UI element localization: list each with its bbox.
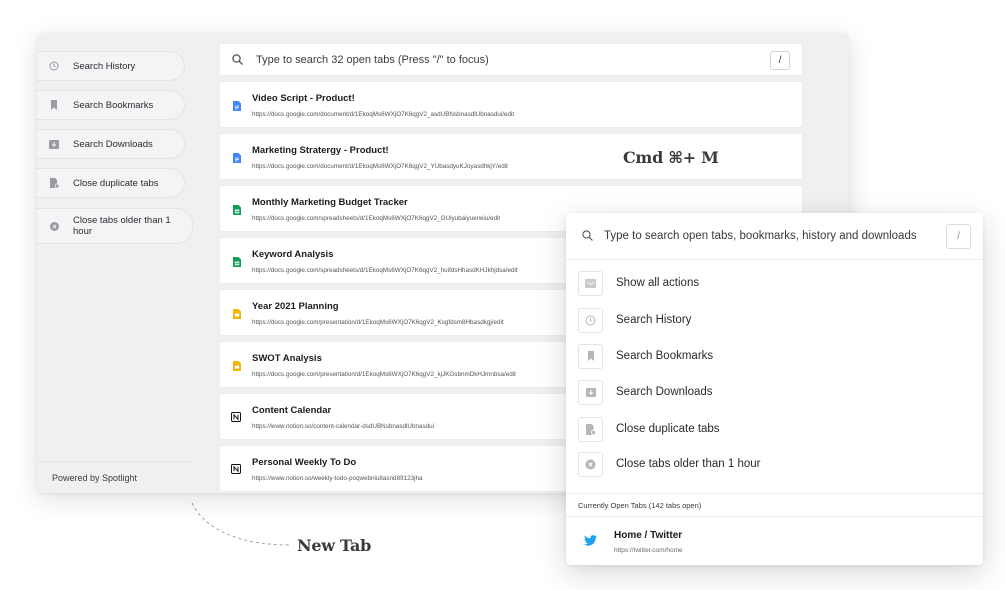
tab-url: https://docs.google.com/spreadsheets/d/1… <box>252 267 518 274</box>
tab-title: Keyword Analysis <box>252 249 334 260</box>
clock-icon <box>578 307 603 333</box>
close-circle-icon <box>578 451 603 477</box>
sidebar-item-label: Search Downloads <box>73 138 153 150</box>
sidebar-item-search-history[interactable]: Search History <box>37 51 185 81</box>
clock-icon <box>49 61 59 71</box>
shortcut-annotation: Cmd ⌘+ M <box>623 148 719 167</box>
action-search-bookmarks[interactable]: Search Bookmarks <box>578 343 973 369</box>
bookmark-icon <box>578 343 603 369</box>
action-label: Close tabs older than 1 hour <box>616 458 761 470</box>
search-icon <box>582 230 594 242</box>
tab-url: https://docs.google.com/presentation/d/1… <box>252 319 504 326</box>
new-tab-annotation: New Tab <box>297 536 371 555</box>
sidebar-item-search-bookmarks[interactable]: Search Bookmarks <box>37 90 185 120</box>
google-slides-icon <box>232 360 241 371</box>
focus-shortcut-key: / <box>770 51 790 70</box>
tab-url: https://docs.google.com/document/d/1Ekoq… <box>252 111 515 118</box>
focus-shortcut-key: / <box>946 224 971 249</box>
notion-icon <box>231 412 241 422</box>
download-icon <box>49 139 59 149</box>
tab-url: https://www.notion.so/content-calendar-d… <box>252 423 435 430</box>
tab-url: https://docs.google.com/spreadsheets/d/1… <box>252 215 501 222</box>
duplicate-file-icon <box>49 178 59 188</box>
tab-title: Year 2021 Planning <box>252 301 339 312</box>
tab-title: Marketing Stratergy - Product! <box>252 145 389 156</box>
powered-by-footer: Powered by Spotlight <box>37 461 193 493</box>
open-tab-row[interactable]: Home / Twitter https://twitter.com/home <box>566 518 983 565</box>
close-circle-icon <box>49 221 59 231</box>
action-label: Close duplicate tabs <box>616 423 720 435</box>
open-tabs-header: Currently Open Tabs (142 tabs open) <box>566 493 983 517</box>
open-tab-url: https://twitter.com/home <box>614 547 683 554</box>
google-docs-icon <box>232 100 241 111</box>
tab-search-bar[interactable]: Type to search 32 open tabs (Press "/" t… <box>219 43 803 76</box>
tab-title: SWOT Analysis <box>252 353 322 364</box>
tab-url: https://www.notion.so/weekly-todo-poqweb… <box>252 475 423 482</box>
action-search-downloads[interactable]: Search Downloads <box>578 379 973 405</box>
search-icon <box>232 53 244 66</box>
download-icon <box>578 379 603 405</box>
tab-url: https://docs.google.com/presentation/d/1… <box>252 371 516 378</box>
search-input[interactable]: Type to search 32 open tabs (Press "/" t… <box>256 54 489 66</box>
notion-icon <box>231 464 241 474</box>
action-label: Search Downloads <box>616 386 713 398</box>
action-show-all[interactable]: Show all actions <box>578 270 973 296</box>
google-sheets-icon <box>232 256 241 267</box>
action-close-duplicate-tabs[interactable]: Close duplicate tabs <box>578 416 973 442</box>
sidebar-item-close-old-tabs[interactable]: Close tabs older than 1 hour <box>37 208 193 244</box>
sidebar-item-label: Search History <box>73 60 136 72</box>
tab-row[interactable]: Video Script - Product! https://docs.goo… <box>219 81 803 128</box>
tab-title: Monthly Marketing Budget Tracker <box>252 197 408 208</box>
sidebar: Search History Search Bookmarks Search D… <box>37 33 207 493</box>
action-search-history[interactable]: Search History <box>578 307 973 333</box>
sidebar-item-close-duplicate-tabs[interactable]: Close duplicate tabs <box>37 168 185 198</box>
tab-title: Personal Weekly To Do <box>252 457 357 468</box>
action-label: Show all actions <box>616 277 700 289</box>
sidebar-item-search-downloads[interactable]: Search Downloads <box>37 129 185 159</box>
action-close-old-tabs[interactable]: Close tabs older than 1 hour <box>578 451 973 477</box>
google-sheets-icon <box>232 204 241 215</box>
duplicate-file-icon <box>578 416 603 442</box>
spotlight-search-bar[interactable]: Type to search open tabs, bookmarks, his… <box>566 213 983 260</box>
google-docs-icon <box>232 152 241 163</box>
action-label: Search History <box>616 314 692 326</box>
sidebar-item-label: Close duplicate tabs <box>73 177 159 189</box>
search-input[interactable]: Type to search open tabs, bookmarks, his… <box>604 230 917 242</box>
spotlight-popup: Type to search open tabs, bookmarks, his… <box>566 213 983 565</box>
google-slides-icon <box>232 308 241 319</box>
sidebar-item-label: Search Bookmarks <box>73 99 154 111</box>
twitter-icon <box>584 535 598 547</box>
action-label: Search Bookmarks <box>616 350 714 362</box>
tab-title: Content Calendar <box>252 405 332 416</box>
list-icon <box>578 270 603 296</box>
open-tab-title: Home / Twitter <box>614 530 683 541</box>
tab-url: https://docs.google.com/document/d/1Ekoq… <box>252 163 508 170</box>
bookmark-icon <box>49 100 59 110</box>
sidebar-item-label: Close tabs older than 1 hour <box>73 215 171 237</box>
tab-title: Video Script - Product! <box>252 93 355 104</box>
